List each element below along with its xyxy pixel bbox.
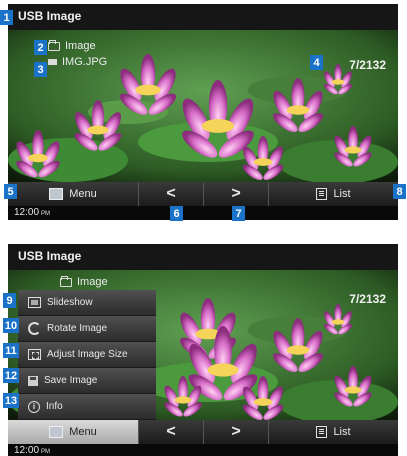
image-counter: 7/2132 (349, 292, 386, 306)
previous-button[interactable]: < (139, 420, 204, 444)
list-label: List (333, 426, 351, 438)
folder-icon (60, 275, 72, 287)
bottom-control-bar: Menu < > List (8, 420, 398, 444)
rotate-icon (28, 322, 41, 335)
file-name-row: IMG.JPG (48, 56, 107, 68)
callout-6: 6 (170, 206, 183, 221)
list-icon (316, 188, 328, 200)
callout-10: 10 (3, 318, 19, 333)
popup-menu: Slideshow Rotate Image Adjust Image Size… (18, 290, 156, 420)
photo-view[interactable] (8, 30, 398, 182)
list-label: List (333, 188, 351, 200)
status-bar: 12:00 PM (8, 444, 398, 456)
adjust-image-size-menu-item[interactable]: Adjust Image Size (18, 342, 156, 368)
adjust-image-size-label: Adjust Image Size (47, 349, 128, 360)
water-lily-photo (8, 30, 398, 182)
folder-icon (48, 39, 60, 51)
status-bar: 12:00 PM (8, 206, 398, 220)
folder-path: Image (48, 39, 96, 52)
title-bar: USB Image (8, 244, 398, 270)
menu-icon (49, 426, 64, 438)
resize-icon (28, 349, 41, 360)
next-button[interactable]: > (204, 420, 269, 444)
callout-9: 9 (3, 293, 16, 308)
menu-label: Menu (69, 426, 97, 438)
previous-label: < (166, 423, 176, 440)
menu-label: Menu (69, 188, 97, 200)
next-label: > (231, 423, 241, 440)
slideshow-icon (28, 297, 41, 308)
save-image-label: Save Image (44, 375, 98, 386)
next-label: > (231, 185, 241, 202)
folder-path: Image (60, 275, 108, 288)
list-icon (316, 426, 328, 438)
menu-button[interactable]: Menu (8, 420, 139, 444)
callout-7: 7 (232, 206, 245, 221)
clock: 12:00 PM (14, 207, 50, 218)
callout-13: 13 (3, 393, 19, 408)
info-menu-item[interactable]: i Info (18, 394, 156, 420)
clock-time: 12:00 (14, 207, 40, 218)
menu-icon (49, 188, 64, 200)
previous-button[interactable]: < (139, 182, 204, 206)
callout-12: 12 (3, 368, 19, 383)
file-icon (48, 59, 57, 65)
save-icon (28, 375, 38, 386)
slideshow-label: Slideshow (47, 297, 93, 308)
image-viewer-screen: USB Image Image IMG.JPG 7/2132 Menu < > … (8, 4, 398, 220)
file-name: IMG.JPG (62, 56, 108, 68)
rotate-image-label: Rotate Image (47, 323, 108, 334)
callout-8: 8 (393, 184, 406, 199)
clock-ampm: PM (41, 211, 51, 217)
image-viewer-menu-screen: USB Image Image 7/2132 Slideshow Rotate … (8, 244, 398, 456)
callout-4: 4 (310, 55, 323, 70)
title-bar: USB Image (8, 4, 398, 30)
save-image-menu-item[interactable]: Save Image (18, 368, 156, 394)
callout-11: 11 (3, 343, 19, 358)
clock-ampm: PM (41, 449, 51, 455)
folder-name: Image (65, 40, 96, 52)
rotate-image-menu-item[interactable]: Rotate Image (18, 316, 156, 342)
screen-title: USB Image (18, 249, 82, 263)
bottom-control-bar: Menu < > List (8, 182, 398, 206)
menu-button[interactable]: Menu (8, 182, 139, 206)
callout-1: 1 (0, 10, 13, 25)
info-icon: i (28, 400, 40, 413)
list-button[interactable]: List (269, 182, 398, 206)
info-label: Info (46, 401, 63, 412)
callout-3: 3 (34, 62, 47, 77)
list-button[interactable]: List (269, 420, 398, 444)
screen-title: USB Image (18, 9, 82, 23)
slideshow-menu-item[interactable]: Slideshow (18, 290, 156, 316)
clock: 12:00 PM (14, 445, 50, 456)
callout-2: 2 (34, 40, 47, 55)
callout-5: 5 (4, 184, 17, 199)
clock-time: 12:00 (14, 445, 40, 456)
folder-name: Image (77, 276, 108, 288)
next-button[interactable]: > (204, 182, 269, 206)
image-counter: 7/2132 (349, 58, 386, 72)
previous-label: < (166, 185, 176, 202)
